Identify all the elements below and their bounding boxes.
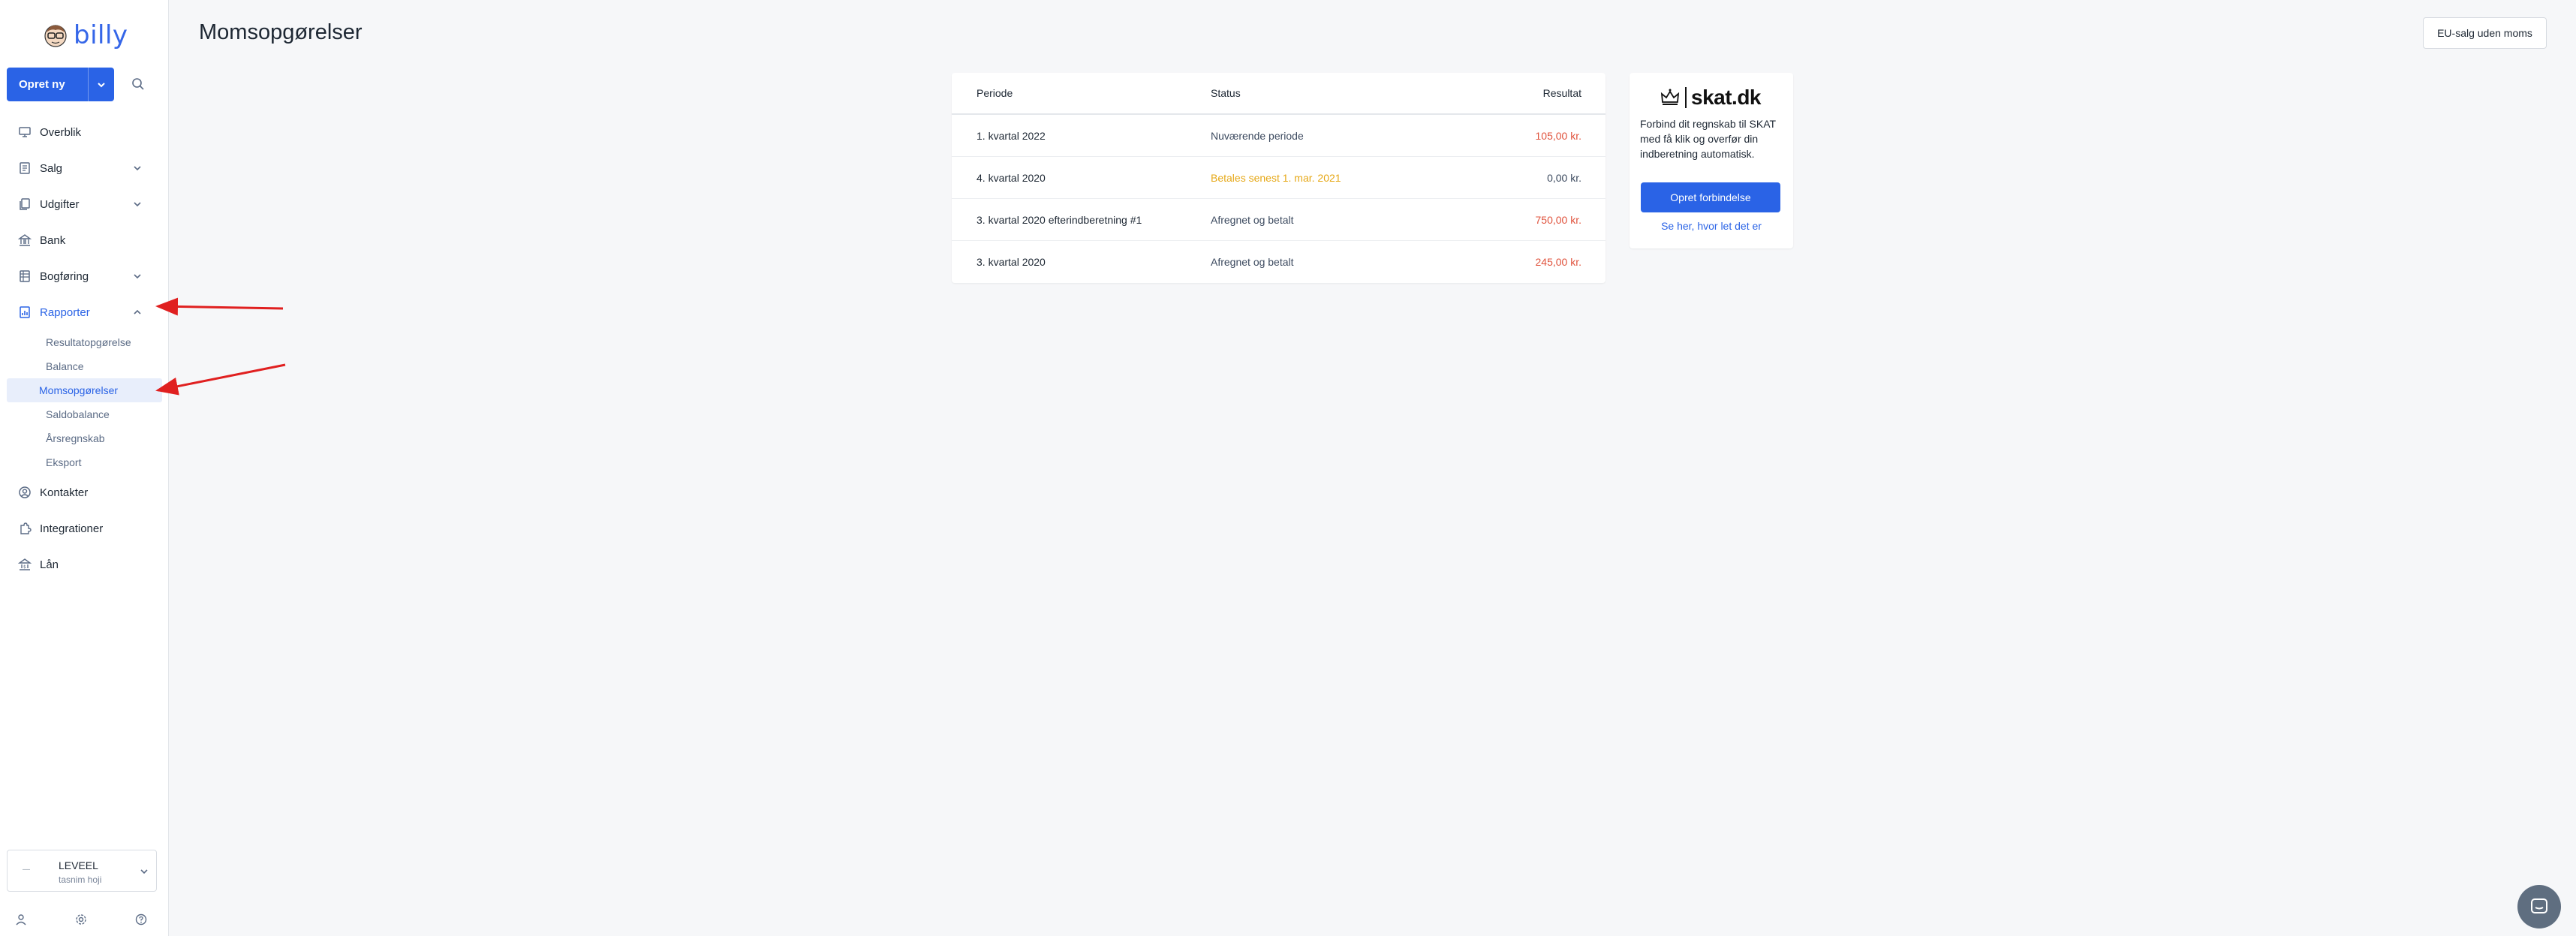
table-header: Periode Status Resultat [952, 73, 1605, 115]
skat-connect-card: skat.dk Forbind dit regnskab til SKAT me… [1630, 73, 1793, 248]
sidebar-item-label: Overblik [40, 125, 82, 139]
cell-status: Nuværende periode [1211, 129, 1304, 142]
sidebar-footer [0, 911, 169, 928]
cell-status: Afregnet og betalt [1211, 256, 1294, 268]
annotation-arrow-momsopgorelser [155, 363, 286, 396]
column-header-result[interactable]: Resultat [1543, 73, 1581, 113]
cell-period: 3. kvartal 2020 [977, 256, 1046, 268]
help-icon[interactable] [133, 911, 149, 928]
monitor-icon [17, 125, 32, 140]
loan-icon: $ [17, 557, 32, 572]
sidebar-item-label: Rapporter [40, 305, 90, 319]
skat-logo-text: skat.dk [1691, 86, 1762, 109]
skat-description: Forbind dit regnskab til SKAT med få kli… [1640, 118, 1776, 160]
submenu-item-balance[interactable]: Balance [7, 354, 162, 378]
bank-icon [17, 233, 32, 248]
svg-text:$: $ [23, 564, 26, 570]
submenu-item-arsregnskab[interactable]: Årsregnskab [7, 426, 162, 450]
report-icon [17, 305, 32, 320]
org-avatar: — [23, 865, 30, 874]
cell-period: 1. kvartal 2022 [977, 129, 1046, 142]
cell-result: 105,00 kr. [1535, 129, 1582, 142]
sidebar-item-kontakter[interactable]: Kontakter [0, 474, 169, 510]
cell-result: 245,00 kr. [1535, 256, 1582, 268]
submenu-item-saldobalance[interactable]: Saldobalance [7, 402, 162, 426]
create-new-label: Opret ny [19, 78, 65, 91]
table-row[interactable]: 1. kvartal 2022 Nuværende periode 105,00… [952, 115, 1605, 157]
billy-face-icon [42, 22, 69, 49]
table-row[interactable]: 3. kvartal 2020 efterindberetning #1 Afr… [952, 199, 1605, 241]
chevron-up-icon[interactable] [131, 306, 143, 318]
chevron-down-icon[interactable] [131, 162, 143, 174]
cell-period: 4. kvartal 2020 [977, 171, 1046, 184]
chat-icon[interactable] [2517, 885, 2561, 928]
table-row[interactable]: 3. kvartal 2020 Afregnet og betalt 245,0… [952, 241, 1605, 283]
sidebar-item-label: Lån [40, 558, 59, 571]
sidebar-item-lan[interactable]: $ Lån [0, 546, 169, 582]
puzzle-icon [17, 521, 32, 536]
sidebar-item-bank[interactable]: Bank [0, 222, 169, 258]
chevron-down-icon[interactable] [138, 865, 150, 877]
cell-status: Betales senest 1. mar. 2021 [1211, 171, 1341, 184]
page-title: Momsopgørelser [199, 20, 363, 44]
cell-period: 3. kvartal 2020 efterindberetning #1 [977, 213, 1142, 226]
user-icon[interactable] [13, 911, 29, 928]
sidebar-item-label: Bank [40, 233, 66, 247]
skat-logo: skat.dk [1660, 85, 1762, 110]
crown-icon [1660, 87, 1681, 108]
sidebar-item-label: Udgifter [40, 197, 80, 211]
billy-logo[interactable]: billy [42, 17, 128, 54]
chevron-down-icon[interactable] [131, 270, 143, 282]
sidebar-item-label: Salg [40, 161, 63, 175]
chevron-down-icon[interactable] [89, 80, 114, 89]
ledger-icon [17, 269, 32, 284]
logo-text: billy [74, 20, 128, 50]
submenu-item-momsopgorelser[interactable]: Momsopgørelser [7, 378, 162, 402]
reports-submenu: Resultatopgørelse Balance Momsopgørelser… [0, 330, 169, 474]
skat-logo-divider [1685, 87, 1687, 108]
copy-icon [17, 197, 32, 212]
submenu-item-eksport[interactable]: Eksport [7, 450, 162, 474]
cell-result: 0,00 kr. [1547, 171, 1581, 184]
submenu-item-resultatopgorelse[interactable]: Resultatopgørelse [7, 330, 162, 354]
sidebar-item-udgifter[interactable]: Udgifter [0, 186, 169, 222]
sidebar-item-bogforing[interactable]: Bogføring [0, 258, 169, 294]
sidebar-item-overblik[interactable]: Overblik [0, 114, 169, 150]
column-header-status[interactable]: Status [1211, 73, 1241, 113]
cell-status: Afregnet og betalt [1211, 213, 1294, 226]
sidebar-item-label: Bogføring [40, 269, 89, 283]
search-icon[interactable] [129, 75, 147, 93]
vat-returns-table: Periode Status Resultat 1. kvartal 2022 … [952, 73, 1605, 283]
org-name: LEVEEL [59, 859, 98, 871]
column-header-period[interactable]: Periode [977, 73, 1013, 113]
sidebar-item-salg[interactable]: Salg [0, 150, 169, 186]
annotation-arrow-rapporter [155, 297, 284, 316]
org-user-name: tasnim hoji [59, 874, 102, 885]
sidebar-item-integrationer[interactable]: Integrationer [0, 510, 169, 546]
main-nav: Overblik Salg Udgifter Bank Bogføring Ra… [0, 114, 169, 582]
create-new-button[interactable]: Opret ny [7, 68, 114, 101]
sidebar: billy Opret ny Overblik Salg Udgifter Ba… [0, 0, 169, 936]
gear-icon[interactable] [73, 911, 89, 928]
eu-sale-button[interactable]: EU-salg uden moms [2423, 17, 2547, 49]
create-connection-button[interactable]: Opret forbindelse [1641, 182, 1780, 212]
sidebar-item-rapporter[interactable]: Rapporter [0, 294, 169, 330]
sidebar-item-label: Integrationer [40, 522, 104, 535]
chevron-down-icon[interactable] [131, 198, 143, 210]
receipt-icon [17, 161, 32, 176]
cell-result: 750,00 kr. [1535, 213, 1582, 226]
sidebar-item-label: Kontakter [40, 486, 89, 499]
contacts-icon [17, 485, 32, 500]
skat-info-link[interactable]: Se her, hvor let det er [1630, 220, 1793, 232]
organization-switcher[interactable]: — LEVEEL tasnim hoji [7, 850, 157, 892]
table-row[interactable]: 4. kvartal 2020 Betales senest 1. mar. 2… [952, 157, 1605, 199]
